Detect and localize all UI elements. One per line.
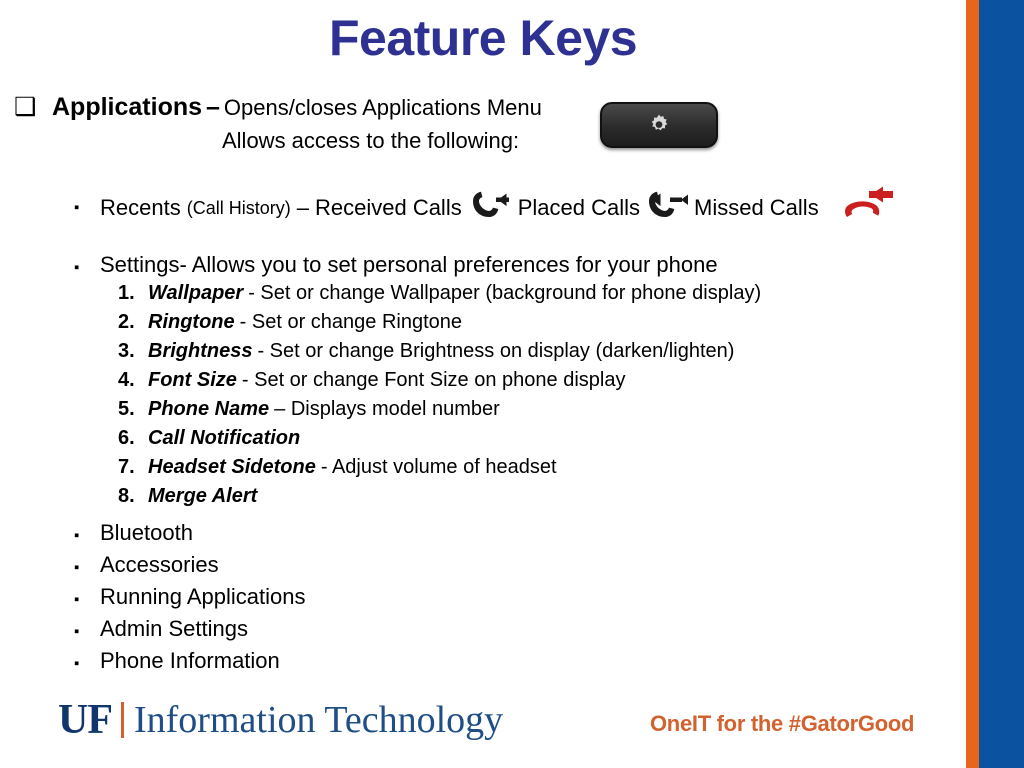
- list-item-term: Merge Alert: [148, 485, 258, 507]
- list-item-desc: - Adjust volume of headset: [320, 456, 557, 478]
- applications-description: Opens/closes Applications Menu: [223, 95, 542, 120]
- list-item: 1. Wallpaper - Set or change Wallpaper (…: [118, 282, 898, 311]
- list-item: ▪ Bluetooth: [74, 518, 305, 550]
- uf-wordmark: UF: [58, 697, 113, 743]
- recents-dash: –: [296, 194, 309, 220]
- page-title: Feature Keys: [328, 10, 638, 66]
- list-item-term: Font Size: [148, 369, 237, 391]
- right-edge-blue-bar: [979, 0, 1024, 768]
- list-item-index: 8.: [118, 485, 135, 507]
- list-item-term: Ringtone: [148, 311, 235, 333]
- list-item: ▪ Accessories: [74, 550, 305, 582]
- received-call-icon: [468, 188, 512, 227]
- settings-heading-row: ▪ Settings- Allows you to set personal p…: [74, 250, 718, 280]
- list-item-desc: - Set or change Wallpaper (background fo…: [248, 282, 762, 304]
- missed-call-icon: [841, 185, 901, 230]
- placed-call-icon: [646, 188, 689, 227]
- uf-unit-name: Information Technology: [134, 699, 504, 741]
- list-item-label: Bluetooth: [100, 520, 193, 545]
- applications-label: Applications: [52, 93, 203, 121]
- list-item-term: Brightness: [148, 340, 253, 362]
- list-item: 2. Ringtone - Set or change Ringtone: [118, 311, 898, 340]
- applications-hard-key[interactable]: [600, 102, 718, 148]
- square-bullet-icon: ▪: [74, 259, 80, 276]
- logo-divider: [121, 702, 124, 738]
- square-bullet-icon: ▪: [74, 655, 80, 672]
- slide-content: ❑ Applications – Opens/closes Applicatio…: [0, 90, 966, 690]
- recents-call-history-note: (Call History): [186, 197, 291, 218]
- settings-numbered-list: 1. Wallpaper - Set or change Wallpaper (…: [118, 282, 898, 514]
- list-item-label: Phone Information: [100, 648, 280, 673]
- other-menu-items-list: ▪ Bluetooth ▪ Accessories ▪ Running Appl…: [74, 518, 305, 678]
- list-item: 5. Phone Name – Displays model number: [118, 398, 898, 427]
- list-item-term: Headset Sidetone: [148, 456, 316, 478]
- list-item-label: Admin Settings: [100, 616, 248, 641]
- placed-calls-label: Placed Calls: [517, 194, 640, 220]
- list-item: 4. Font Size - Set or change Font Size o…: [118, 369, 898, 398]
- gear-icon: [646, 112, 672, 138]
- footer-tagline: OneIT for the #GatorGood: [650, 711, 915, 736]
- settings-heading: Settings- Allows you to set personal pre…: [100, 252, 718, 277]
- list-item-index: 1.: [118, 282, 135, 304]
- list-item: 6. Call Notification: [118, 427, 898, 456]
- list-item-desc: - Set or change Brightness on display (d…: [257, 340, 735, 362]
- recents-label: Recents: [100, 194, 181, 220]
- list-item: 8. Merge Alert: [118, 485, 898, 514]
- list-item-index: 2.: [118, 311, 135, 333]
- square-bullet-icon: ▪: [74, 527, 80, 544]
- list-item-index: 4.: [118, 369, 135, 391]
- missed-calls-label: Missed Calls: [694, 194, 819, 220]
- right-edge-orange-bar: [966, 0, 979, 768]
- applications-dash: –: [206, 93, 220, 121]
- list-item-label: Accessories: [100, 552, 219, 577]
- checkbox-bullet-icon: ❑: [14, 93, 37, 121]
- list-item-index: 6.: [118, 427, 135, 449]
- square-bullet-icon: ▪: [74, 591, 80, 608]
- square-bullet-icon: ▪: [74, 559, 80, 576]
- list-item: ▪ Running Applications: [74, 582, 305, 614]
- list-item-term: Phone Name: [148, 398, 270, 420]
- list-item: 3. Brightness - Set or change Brightness…: [118, 340, 898, 369]
- list-item-desc: - Set or change Ringtone: [239, 311, 463, 333]
- square-bullet-icon: ▪: [74, 623, 80, 640]
- uf-information-technology-logo: UF Information Technology: [58, 698, 503, 742]
- list-item: 7. Headset Sidetone - Adjust volume of h…: [118, 456, 898, 485]
- list-item: ▪ Phone Information: [74, 646, 305, 678]
- list-item: ▪ Admin Settings: [74, 614, 305, 646]
- list-item-index: 7.: [118, 456, 135, 478]
- list-item-index: 5.: [118, 398, 135, 420]
- received-calls-label: Received Calls: [314, 194, 462, 220]
- square-bullet-icon: ▪: [74, 198, 80, 216]
- recents-row: ▪ Recents (Call History) – Received Call…: [74, 185, 907, 230]
- list-item-desc: – Displays model number: [274, 398, 500, 420]
- list-item-index: 3.: [118, 340, 135, 362]
- list-item-term: Wallpaper: [148, 282, 244, 304]
- list-item-term: Call Notification: [148, 427, 301, 449]
- list-item-label: Running Applications: [100, 584, 306, 609]
- list-item-desc: - Set or change Font Size on phone displ…: [241, 369, 626, 391]
